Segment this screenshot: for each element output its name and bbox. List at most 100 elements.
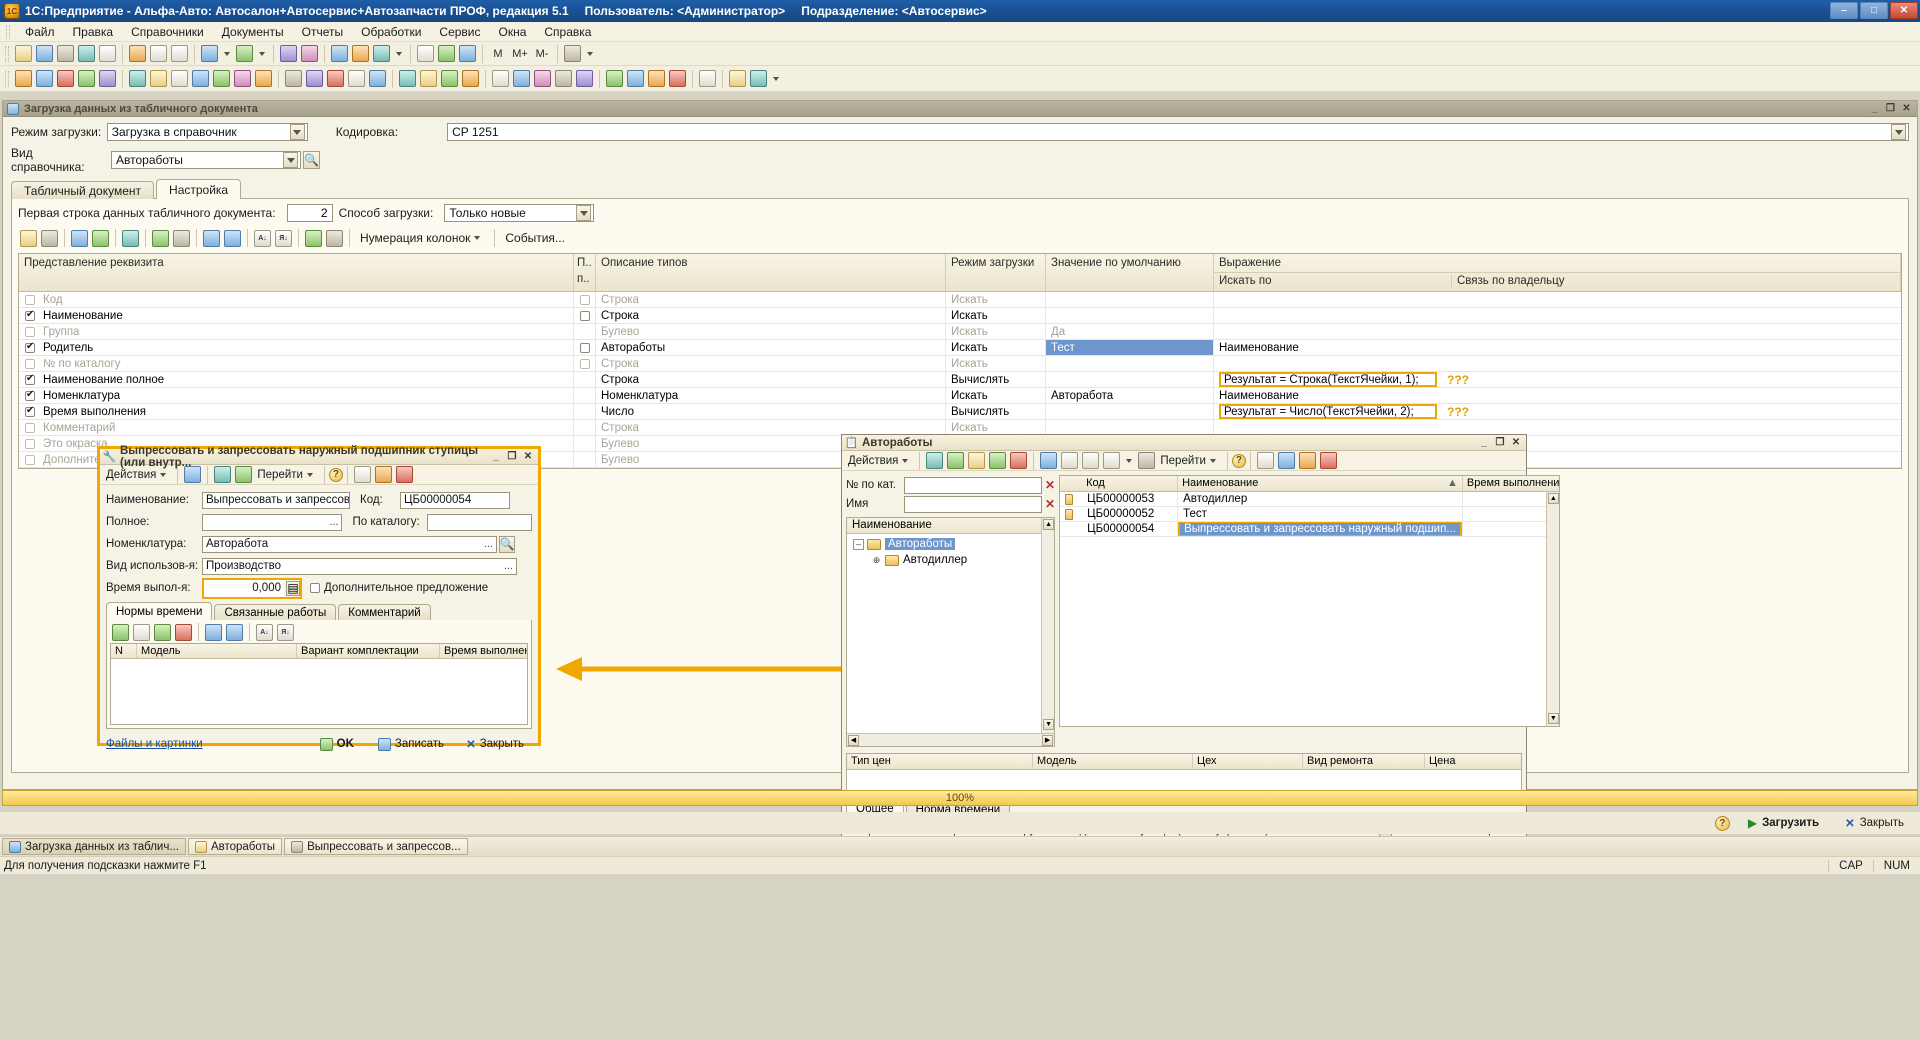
price-col-repair-type[interactable]: Вид ремонта [1303, 754, 1425, 769]
uncheck-all-icon[interactable] [326, 229, 343, 247]
files-and-images-link[interactable]: Файлы и картинки [106, 738, 203, 750]
orders-icon[interactable] [129, 70, 146, 87]
chart-icon[interactable] [627, 70, 644, 87]
invoice-icon[interactable] [150, 70, 167, 87]
cashbox-icon[interactable] [234, 70, 251, 87]
m-plus-icon[interactable]: M+ [511, 45, 529, 62]
time-input[interactable]: 0,000 [204, 579, 284, 597]
delivery-icon[interactable] [192, 70, 209, 87]
row-checkbox[interactable] [25, 309, 35, 321]
tree-horizontal-scrollbar[interactable]: ◀ ▶ [847, 733, 1055, 746]
edit-icon[interactable] [152, 229, 169, 247]
catalog-goto-dropdown-icon[interactable] [1209, 458, 1216, 463]
import-window-minimize-button[interactable]: _ [1868, 103, 1881, 115]
catalog-move-icon[interactable] [1040, 452, 1058, 469]
tree-scroll-right-icon[interactable]: ▶ [1042, 734, 1054, 746]
price-col-price[interactable]: Цена [1425, 754, 1521, 769]
catalog-no-clear-icon[interactable]: ✕ [1045, 478, 1055, 492]
catalog-structure-icon[interactable] [1256, 452, 1274, 469]
copy-icon[interactable] [150, 45, 167, 62]
catalog-add-icon[interactable] [947, 452, 965, 469]
default-value-cell[interactable] [1046, 372, 1214, 387]
row-checkbox[interactable] [25, 454, 35, 465]
calculate-icon[interactable] [173, 229, 190, 247]
catalog-window-close-button[interactable]: ✕ [1510, 437, 1522, 449]
pp-checkbox[interactable] [580, 358, 590, 369]
price-col-type[interactable]: Тип цен [847, 754, 1033, 769]
pdf-export-icon[interactable] [395, 466, 413, 483]
undo-dropdown-icon[interactable] [224, 51, 230, 56]
catalog-filter-setup-icon[interactable] [1103, 452, 1121, 469]
refresh-icon[interactable] [122, 229, 139, 247]
goto-menu-button[interactable]: Перейти [254, 469, 320, 481]
type-cell[interactable]: Строка [596, 372, 946, 387]
tree-vertical-scrollbar[interactable]: ▲ ▼ [1041, 518, 1055, 746]
check-all-icon[interactable] [305, 229, 322, 247]
load-button[interactable]: ▶ Загрузить [1740, 814, 1827, 832]
catalog-search-icon[interactable]: 🔍 [303, 151, 320, 169]
table-row[interactable]: НоменклатураНоменклатураИскатьАвторабота… [19, 388, 1901, 404]
write-button[interactable]: Записать [368, 735, 452, 753]
lock-icon[interactable] [15, 70, 32, 87]
type-cell[interactable]: Число [596, 404, 946, 419]
type-cell[interactable]: Строка [596, 292, 946, 307]
tree-expand-child-icon[interactable]: ⊕ [871, 555, 882, 566]
undo-icon[interactable] [201, 45, 218, 62]
window-close-button[interactable]: ✕ [1890, 2, 1918, 19]
toolbar-overflow-icon[interactable] [773, 76, 779, 81]
attribute-cell[interactable]: Наименование [19, 308, 574, 323]
price-col-shop[interactable]: Цех [1193, 754, 1303, 769]
save-settings-icon[interactable] [41, 229, 58, 247]
menu-item-documents[interactable]: Документы [213, 23, 293, 41]
bank-icon[interactable] [255, 70, 272, 87]
bottom-close-button[interactable]: ✕ Закрыть [1837, 814, 1912, 832]
copy-window-icon[interactable] [374, 466, 392, 483]
pp-cell[interactable] [574, 404, 596, 419]
list-col-time[interactable]: Время выполнения [1463, 476, 1559, 491]
car-service-icon[interactable] [57, 70, 74, 87]
refresh-icon[interactable] [214, 466, 232, 483]
pp-cell[interactable] [574, 420, 596, 435]
row-checkbox[interactable] [25, 341, 35, 353]
taskbar-item-catalog[interactable]: Автоработы [187, 838, 283, 855]
report-stock-icon[interactable] [420, 70, 437, 87]
tree-scroll-left-icon[interactable]: ◀ [848, 734, 859, 746]
pp-cell[interactable] [574, 436, 596, 451]
list-item[interactable]: ЦБ00000053 Автодиллер [1060, 492, 1559, 507]
parts-icon[interactable] [78, 70, 95, 87]
list-scroll-up-icon[interactable]: ▲ [1547, 493, 1559, 504]
redo-icon[interactable] [236, 45, 253, 62]
list-cell-code[interactable]: ЦБ00000053 [1082, 492, 1179, 506]
tree-scroll-down-icon[interactable]: ▼ [1043, 719, 1055, 730]
taskbar-item-import[interactable]: Загрузка данных из таблич... [2, 838, 186, 855]
catalog-no-input[interactable] [904, 476, 1042, 494]
schedule-icon[interactable] [369, 70, 386, 87]
print-preview-icon[interactable] [99, 45, 116, 62]
mode-cell[interactable]: Искать [946, 308, 1046, 323]
name-input[interactable]: Выпрессовать и запрессовать наружный г [202, 491, 350, 509]
calculator-icon[interactable] [331, 45, 348, 62]
loyalty-icon[interactable] [576, 70, 593, 87]
attribute-cell[interactable]: № по каталогу [19, 356, 574, 371]
ok-button[interactable]: OK [310, 735, 362, 753]
add-icon[interactable] [235, 466, 253, 483]
full-name-ellipsis-icon[interactable]: ... [329, 516, 338, 528]
tree-scroll-up-icon[interactable]: ▲ [1043, 519, 1055, 530]
type-cell[interactable]: Строка [596, 308, 946, 323]
tile-windows-icon[interactable] [459, 45, 476, 62]
move-up-icon[interactable] [203, 229, 220, 247]
mode-cell[interactable]: Вычислять [946, 404, 1046, 419]
info-dropdown-icon[interactable] [396, 51, 402, 56]
tree-node-root[interactable]: – Автоработы [847, 536, 1054, 552]
taskbar-item-element[interactable]: Выпрессовать и запрессов... [284, 838, 468, 855]
mode-cell[interactable]: Искать [946, 388, 1046, 403]
menu-item-help[interactable]: Справка [535, 23, 600, 41]
pp-cell[interactable] [574, 452, 596, 467]
catalog-list-grid[interactable]: Код Наименование ▲ Время выполнения ЦБ00… [1059, 475, 1560, 727]
import-icon[interactable] [669, 70, 686, 87]
catalog-filter-icon[interactable] [1061, 452, 1079, 469]
expression-cell[interactable] [1214, 356, 1901, 371]
settings-dropdown-icon[interactable] [587, 51, 593, 56]
table-row[interactable]: Наименование СтрокаИскать [19, 308, 1901, 324]
mode-cell[interactable]: Вычислять [946, 372, 1046, 387]
